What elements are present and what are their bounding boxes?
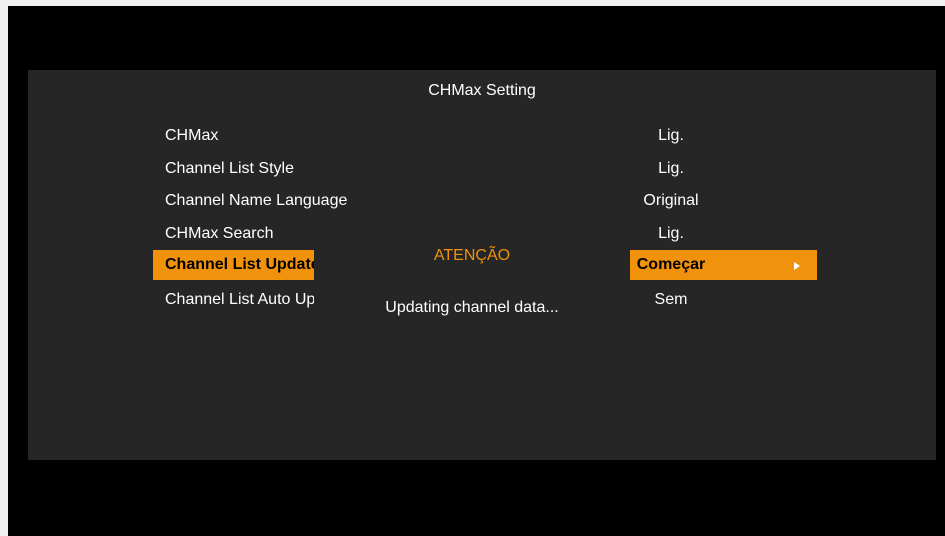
menu-item-value: Original — [643, 192, 699, 209]
menu-item-label: Channel Name Language — [165, 192, 348, 209]
dialog-title: ATENÇÃO — [433, 247, 511, 264]
menu-item-label: CHMax Search — [165, 225, 274, 242]
menu-item-label: CHMax — [165, 127, 219, 144]
menu-item-value: Lig. — [658, 160, 684, 177]
menu-item-channel-name-language[interactable]: Channel Name Language Original — [28, 187, 936, 217]
menu-item-value: Lig. — [658, 127, 684, 144]
attention-dialog: ATENÇÃO Updating channel data... — [314, 233, 630, 343]
tv-screen: CHMax Setting CHMax Lig. Channel List St… — [8, 6, 945, 536]
arrow-right-icon — [794, 262, 800, 270]
menu-item-chmax[interactable]: CHMax Lig. — [28, 122, 936, 152]
menu-item-channel-list-style[interactable]: Channel List Style Lig. — [28, 155, 936, 185]
page-title: CHMax Setting — [428, 82, 536, 99]
menu-item-label: Channel List Style — [165, 160, 294, 177]
dialog-message: Updating channel data... — [385, 299, 559, 316]
menu-item-label: Channel List Update — [165, 256, 320, 273]
settings-panel: CHMax Setting CHMax Lig. Channel List St… — [28, 70, 936, 460]
